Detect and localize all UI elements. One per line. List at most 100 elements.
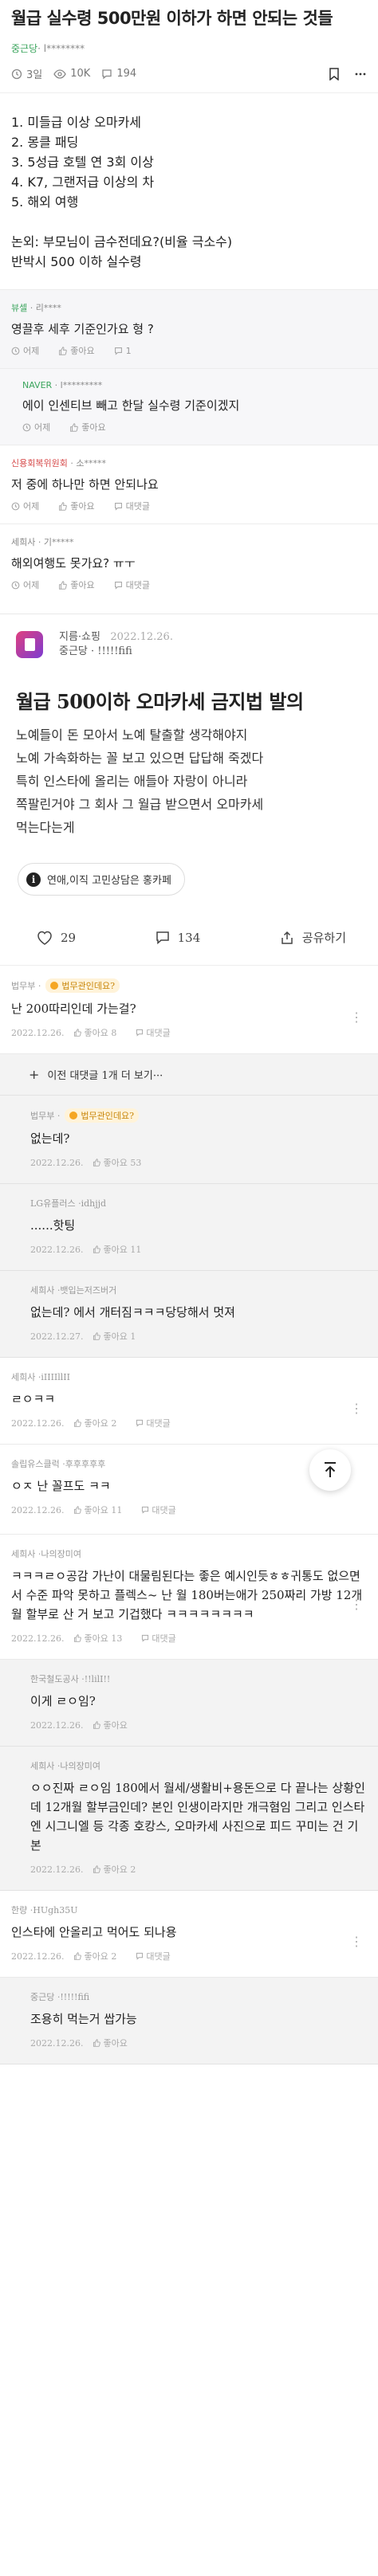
like-button[interactable]: 좋아요 xyxy=(93,1719,136,1731)
author-name: · l******** xyxy=(37,43,85,54)
reply-button[interactable]: 대댓글 xyxy=(114,500,159,512)
like-button[interactable]: 좋아요 53 xyxy=(93,1156,151,1169)
thumbs-up-icon xyxy=(93,1721,101,1729)
embed-body: 노예들이 돈 모아서 노예 탈출할 생각해야지 노예 가속화하는 꼴 보고 있으… xyxy=(16,727,264,835)
like-button[interactable]: 좋아요 11 xyxy=(93,1243,151,1256)
comment: 세희사 · iIIIIllII ㄹㅇㅋㅋ 2022.12.26. 좋아요 2 대댓글… xyxy=(0,1358,378,1445)
embed-company: 중근당 xyxy=(59,645,88,657)
more-dots-icon[interactable]: ⋮ xyxy=(350,1934,364,1949)
thumbs-up-icon xyxy=(93,1332,101,1340)
expand-replies-button[interactable]: + 이전 대댓글 1개 더 보기··· xyxy=(0,1054,378,1096)
post-comment-count: 194 xyxy=(101,68,136,80)
reply-button[interactable]: 대댓글 xyxy=(136,1026,179,1039)
like-button[interactable]: 좋아요 2 xyxy=(73,1417,126,1429)
embed-author: !!!!!fifi xyxy=(97,645,132,657)
topic-link[interactable]: i 연애,이직 고민상담은 홍카페 xyxy=(18,863,185,896)
reply-button[interactable]: 대댓글 xyxy=(141,1632,185,1645)
more-dots-icon xyxy=(355,73,366,75)
badge-icon xyxy=(69,1112,78,1119)
heart-icon xyxy=(37,931,52,945)
reply-comment: LG유플러스 · idhjjd ......핫팅 2022.12.26. 좋아요 … xyxy=(0,1184,378,1271)
comments-button[interactable]: 134 xyxy=(156,931,200,945)
embed-title: 월급 500이하 오마카세 금지법 발의 xyxy=(16,690,304,713)
thumbs-up-icon xyxy=(93,1865,101,1873)
embed-board: 지름·쇼핑 xyxy=(59,631,100,643)
comment: 신용회복위원회 · 소***** 저 중에 하나만 하면 안되나요 어제 좋아요… xyxy=(0,445,378,523)
like-button[interactable]: 좋아요 xyxy=(93,2037,136,2049)
author-company: 중근당 xyxy=(11,43,38,54)
like-button[interactable]: 좋아요 2 xyxy=(73,1950,126,1962)
eye-icon xyxy=(53,69,66,79)
more-dots-icon[interactable]: ⋮ xyxy=(350,1401,364,1416)
clock-icon xyxy=(11,347,20,355)
thumbs-up-icon xyxy=(74,1029,82,1037)
thumbs-up-icon xyxy=(93,2039,101,2047)
thumbs-up-icon xyxy=(74,1506,82,1514)
post-page: 월급 실수령 500만원 이하가 하면 안되는 것들 중근당· l*******… xyxy=(0,0,378,2576)
like-button[interactable]: 좋아요 xyxy=(58,578,104,591)
bookmark-button[interactable] xyxy=(329,67,340,80)
thumbs-up-icon xyxy=(59,501,68,511)
clock-icon xyxy=(22,423,31,431)
reply-comment: 법무부 · 법무관인데요? 없는데? 2022.12.26. 좋아요 53 xyxy=(0,1096,378,1184)
like-button[interactable]: 좋아요 8 xyxy=(73,1026,126,1039)
clock-icon xyxy=(11,502,20,510)
reply-button[interactable]: 대댓글 xyxy=(114,578,159,591)
like-button[interactable]: 29 xyxy=(37,931,76,945)
thumbs-up-icon xyxy=(93,1245,101,1253)
embed-date: 2022.12.26. xyxy=(110,631,173,643)
post-time: 3일 xyxy=(11,66,42,81)
comment-icon xyxy=(136,1029,144,1037)
like-button[interactable]: 좋아요 xyxy=(69,421,115,433)
share-button[interactable]: 공유하기 xyxy=(280,929,346,946)
like-button[interactable]: 좋아요 13 xyxy=(73,1632,132,1645)
comment: 법무부 · 법무관인데요? 난 200따리인데 가는걸? 2022.12.26.… xyxy=(0,966,378,1054)
embedded-post[interactable]: 지름·쇼핑 2022.12.26. 중근당 · !!!!!fifi 월급 500… xyxy=(0,614,378,966)
comment: 세희사 · 기***** 해외여행도 못가요? ㅠㅜ 어제 좋아요 대댓글 xyxy=(0,523,378,602)
comment-icon xyxy=(114,581,122,590)
plus-icon: + xyxy=(29,1067,40,1082)
like-button[interactable]: 좋아요 xyxy=(58,500,104,512)
embed-actions: 29 134 공유하기 xyxy=(0,924,378,966)
reply-button[interactable]: 대댓글 xyxy=(136,1950,179,1962)
post-views: 10K xyxy=(53,68,90,80)
shopping-bag-icon xyxy=(16,631,43,658)
comment: 세희사 · 나의장미여 ㅋㅋㅋㄹㅇ공감 가난이 대물림된다는 좋은 예시인듯ㅎㅎ… xyxy=(0,1535,378,1660)
comment-icon xyxy=(136,1419,144,1427)
user-badge: 법무관인데요? xyxy=(65,1108,139,1123)
post-author[interactable]: 중근당· l******** xyxy=(0,30,378,55)
badge-icon xyxy=(50,982,59,990)
user-badge: 법무관인데요? xyxy=(45,978,120,993)
info-icon: i xyxy=(26,872,41,887)
thumbs-up-icon xyxy=(59,346,68,355)
thumbs-up-icon xyxy=(93,1159,101,1166)
thumbs-up-icon xyxy=(70,422,79,432)
comment-icon xyxy=(156,931,169,944)
post-body: 1. 미들급 이상 오마카세 2. 몽클 패딩 3. 5성급 호텔 연 3회 이… xyxy=(11,115,233,269)
comment-icon xyxy=(142,1506,149,1514)
clock-icon xyxy=(11,581,20,589)
more-dots-icon[interactable]: ⋮ xyxy=(350,1010,364,1025)
thumbs-up-icon xyxy=(59,580,68,590)
clock-icon xyxy=(11,69,22,79)
scroll-top-button[interactable] xyxy=(309,1449,351,1491)
thumbs-up-icon xyxy=(74,1952,82,1960)
comment-icon xyxy=(142,1634,149,1642)
share-icon xyxy=(282,931,293,944)
like-button[interactable]: 좋아요 2 xyxy=(93,1863,145,1876)
thumbs-up-icon xyxy=(74,1419,82,1427)
comment-icon xyxy=(102,69,112,79)
post-meta: 3일 10K 194 xyxy=(0,55,378,93)
reply-button[interactable]: 대댓글 xyxy=(136,1417,179,1429)
like-button[interactable]: 좋아요 11 xyxy=(73,1504,132,1516)
comment-icon xyxy=(114,502,122,511)
more-button[interactable] xyxy=(354,68,367,80)
reply-comment: 한국철도공사 · !!lilI!! 이게 ㄹㅇ임? 2022.12.26. 좋아요 xyxy=(0,1660,378,1747)
more-dots-icon[interactable]: ⋮ xyxy=(350,1597,364,1612)
like-button[interactable]: 좋아요 xyxy=(58,344,104,357)
reply-comment: 세희사 · 뱃입는저즈버거 없는데? 에서 개터짐ㅋㅋㅋ당당해서 멋져 2022… xyxy=(0,1271,378,1358)
like-button[interactable]: 좋아요 1 xyxy=(93,1330,145,1343)
reply-comment: 중근당 · !!!!!fifi 조용히 먹는거 쌉가능 2022.12.26. 좋… xyxy=(0,1978,378,2064)
reply-button[interactable]: 대댓글 xyxy=(141,1504,185,1516)
reply-count[interactable]: 1 xyxy=(114,346,141,356)
